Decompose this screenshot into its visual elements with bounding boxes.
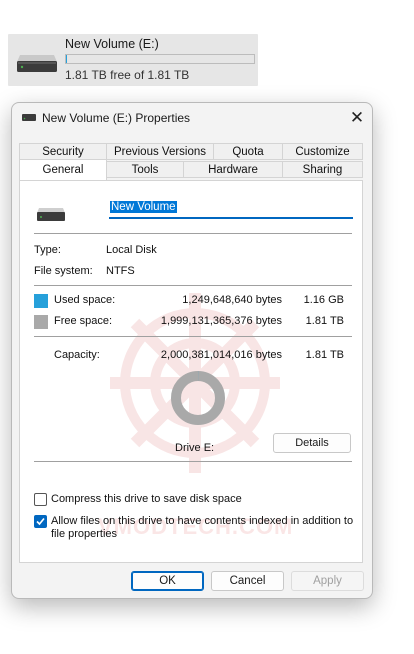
tab-sharing[interactable]: Sharing [282,161,363,178]
cancel-button[interactable]: Cancel [211,571,284,591]
tab-security[interactable]: Security [19,143,107,160]
index-label: Allow files on this drive to have conten… [51,515,354,527]
separator [34,233,352,234]
used-space-swatch [34,294,48,308]
type-value: Local Disk [106,244,157,256]
dialog-title: New Volume (E:) Properties [42,111,191,125]
ok-button[interactable]: OK [131,571,204,591]
drive-free-text: 1.81 TB free of 1.81 TB [65,68,190,82]
details-button[interactable]: Details [273,433,351,453]
compress-checkbox[interactable] [34,493,47,506]
index-checkbox[interactable] [34,515,47,528]
used-space-bytes: 1,249,648,640 bytes [182,294,282,306]
file-system-label: File system: [34,265,93,277]
apply-button[interactable]: Apply [291,571,364,591]
compress-label: Compress this drive to save disk space [51,493,242,505]
close-button[interactable]: ✕ [342,105,372,131]
index-label-line2: file properties [51,528,118,540]
disk-usage-pie [171,371,225,425]
file-system-value: NTFS [106,265,135,277]
capacity-label: Capacity: [54,349,100,361]
checkmark-icon [36,517,45,526]
separator [34,461,352,462]
tab-tools[interactable]: Tools [106,161,184,178]
drive-icon [22,114,36,121]
tab-quota[interactable]: Quota [213,143,283,160]
drive-tile-e[interactable]: New Volume (E:) 1.81 TB free of 1.81 TB [8,34,258,86]
free-space-size: 1.81 TB [305,315,344,327]
title-bar: New Volume (E:) Properties ✕ [12,103,372,133]
drive-label: Drive E: [175,442,215,454]
capacity-bytes: 2,000,381,014,016 bytes [160,349,282,361]
capacity-size: 1.81 TB [305,349,344,361]
used-space-label: Used space: [54,294,116,306]
volume-name-input[interactable]: New Volume [109,199,353,219]
drive-tile-name: New Volume (E:) [65,37,159,51]
tab-hardware[interactable]: Hardware [183,161,283,178]
properties-dialog: New Volume (E:) Properties ✕ Security Pr… [11,102,373,599]
used-space-size: 1.16 GB [303,294,344,306]
free-space-swatch [34,315,48,329]
hard-drive-icon [17,55,57,72]
free-space-bytes: 1,999,131,365,376 bytes [160,315,282,327]
general-panel: VMODTECH.COM New Volume Type: Local Disk… [19,180,363,563]
drive-usage-bar [65,54,255,64]
drive-icon [37,208,65,221]
type-label: Type: [34,244,61,256]
tab-general[interactable]: General [19,159,107,180]
tab-previous-versions[interactable]: Previous Versions [106,143,214,160]
free-space-label: Free space: [54,315,113,327]
separator [34,336,352,337]
separator [34,285,352,286]
close-icon: ✕ [349,108,365,127]
tab-customize[interactable]: Customize [282,143,363,160]
volume-name-value: New Volume [110,201,177,213]
